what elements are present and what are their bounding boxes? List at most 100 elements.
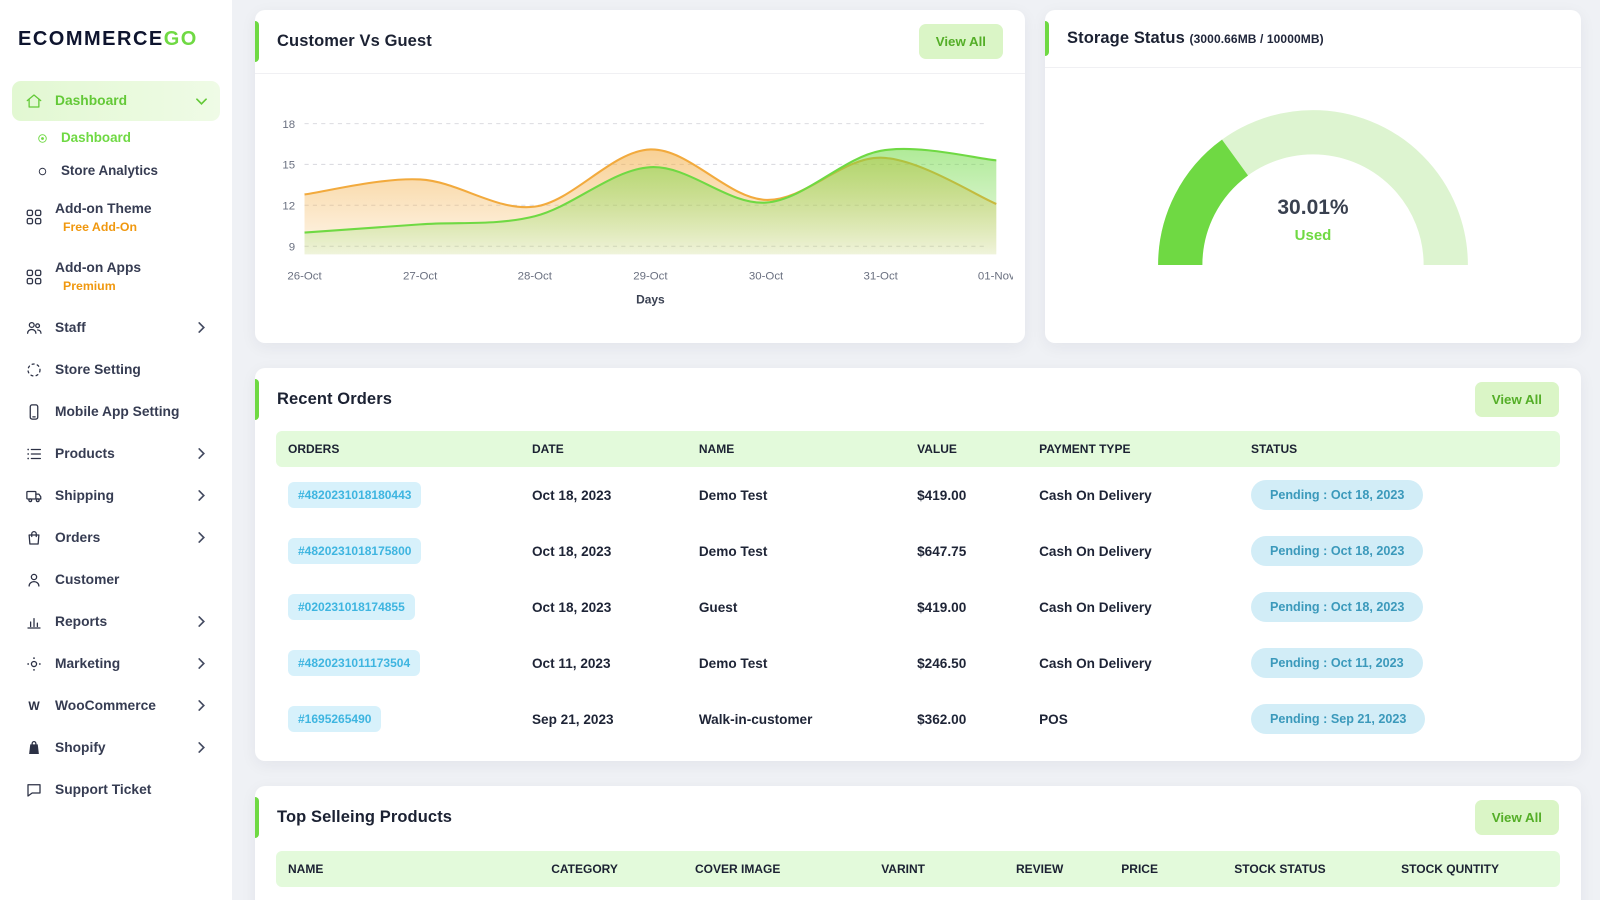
table-row[interactable]: #4820231018175800Oct 18, 2023Demo Test$6… <box>276 523 1560 579</box>
sidebar-item-badge: Free Add-On <box>55 220 152 235</box>
sidebar-item-label: Add-on Theme <box>55 200 152 217</box>
column-header: NAME <box>687 431 905 467</box>
sidebar-item-orders[interactable]: Orders <box>12 518 220 558</box>
order-date: Oct 11, 2023 <box>520 635 687 691</box>
customer-vs-guest-chart: 912151826-Oct27-Oct28-Oct29-Oct30-Oct31-… <box>255 74 1025 317</box>
svg-text:28-Oct: 28-Oct <box>518 270 553 282</box>
brand-logo[interactable]: ECOMMERCEGO <box>12 20 220 81</box>
storage-used-label: Used <box>1045 227 1581 244</box>
table-row[interactable]: #4820231018180443 Oct 18, 2023Demo Test$4… <box>276 467 1560 523</box>
svg-text:12: 12 <box>282 200 295 212</box>
chevron-right-icon <box>196 700 207 711</box>
storage-gauge: 30.01% Used <box>1045 68 1581 289</box>
order-value: $362.00 <box>905 691 1027 747</box>
order-customer-name: Walk-in-customer <box>687 691 905 747</box>
truck-icon <box>25 487 43 505</box>
column-header: STOCK QUNTITY <box>1389 851 1560 887</box>
column-header: STOCK STATUS <box>1222 851 1389 887</box>
sidebar-item-support-ticket[interactable]: Support Ticket <box>12 770 220 810</box>
spinner-icon <box>25 361 43 379</box>
sidebar-item-customer[interactable]: Customer <box>12 560 220 600</box>
sidebar-item-add-on-theme[interactable]: Add-on Theme Free Add-On <box>12 189 220 247</box>
order-customer-name: Guest <box>687 579 905 635</box>
sidebar-item-label: Reports <box>55 613 107 630</box>
order-customer-name: Demo Test <box>687 635 905 691</box>
table-row[interactable] <box>276 887 1560 900</box>
sidebar-item-label: Shipping <box>55 487 114 504</box>
chart-icon <box>25 613 43 631</box>
order-value: $647.75 <box>905 523 1027 579</box>
sidebar-item-label: Store Analytics <box>61 163 158 180</box>
table-row[interactable]: #1695265490Sep 21, 2023Walk-in-customer$… <box>276 691 1560 747</box>
chevron-right-icon <box>196 490 207 501</box>
sidebar-item-woocommerce[interactable]: WWooCommerce <box>12 686 220 726</box>
phone-icon <box>25 403 43 421</box>
order-payment-type: Cash On Delivery <box>1027 635 1239 691</box>
gauge-label: 30.01% Used <box>1045 196 1581 244</box>
top-selling-card: Top Selleing Products View All NAMECATEG… <box>255 786 1581 900</box>
status-badge: Pending : Oct 18, 2023 <box>1251 592 1423 622</box>
view-all-button[interactable]: View All <box>919 24 1003 59</box>
table-row[interactable]: #020231018174855Oct 18, 2023Guest$419.00… <box>276 579 1560 635</box>
sidebar-item-store-analytics[interactable]: Store Analytics <box>12 156 220 187</box>
svg-text:27-Oct: 27-Oct <box>403 270 438 282</box>
sidebar-item-dashboard[interactable]: Dashboard <box>12 81 220 121</box>
sidebar-item-label: Dashboard <box>55 92 127 109</box>
area-chart: 912151826-Oct27-Oct28-Oct29-Oct30-Oct31-… <box>267 96 1013 317</box>
order-id-badge[interactable]: #4820231018175800 <box>288 538 421 564</box>
table-row[interactable]: #4820231011173504Oct 11, 2023Demo Test$2… <box>276 635 1560 691</box>
card-title: Top Selleing Products <box>277 808 452 827</box>
sidebar-item-marketing[interactable]: Marketing <box>12 644 220 684</box>
sidebar-item-label: Store Setting <box>55 361 141 378</box>
sidebar-item-label: Dashboard <box>61 130 131 147</box>
order-customer-name: Demo Test <box>687 467 905 523</box>
svg-text:9: 9 <box>289 241 295 253</box>
main-content: Customer Vs Guest View All 912151826-Oct… <box>232 0 1600 900</box>
order-value: $419.00 <box>905 579 1027 635</box>
grid-icon <box>25 268 43 286</box>
sidebar-item-add-on-apps[interactable]: Add-on AppsPremium <box>12 248 220 306</box>
order-id-badge[interactable]: #4820231018180443 <box>288 482 421 508</box>
sidebar-item-badge: Premium <box>55 279 141 294</box>
shopify-icon <box>25 739 43 757</box>
order-id-badge[interactable]: #020231018174855 <box>288 594 415 620</box>
chevron-right-icon <box>196 322 207 333</box>
order-date: Oct 18, 2023 <box>520 467 687 523</box>
gauge-chart <box>1140 94 1486 289</box>
list-icon <box>25 445 43 463</box>
order-id-badge[interactable]: #1695265490 <box>288 706 381 732</box>
top-selling-table: NAMECATEGORYCOVER IMAGEVARINTREVIEWPRICE… <box>255 849 1581 900</box>
sidebar: ECOMMERCEGO Dashboard Dashboard Store Anal… <box>0 0 232 900</box>
product-name <box>276 887 539 900</box>
chevron-right-icon <box>196 658 207 669</box>
svg-text:29-Oct: 29-Oct <box>633 270 668 282</box>
svg-text:30-Oct: 30-Oct <box>749 270 784 282</box>
order-id-badge[interactable]: #4820231011173504 <box>288 650 420 676</box>
chevron-down-icon <box>196 96 207 107</box>
column-header: ORDERS <box>276 431 520 467</box>
order-payment-type: Cash On Delivery <box>1027 523 1239 579</box>
chevron-right-icon <box>196 532 207 543</box>
column-header: STATUS <box>1239 431 1560 467</box>
storage-percent: 30.01% <box>1045 196 1581 220</box>
sidebar-item-label: Orders <box>55 529 100 546</box>
target-icon <box>25 655 43 673</box>
sidebar-item-label: Products <box>55 445 115 462</box>
sidebar-item-shipping[interactable]: Shipping <box>12 476 220 516</box>
sidebar-item-staff[interactable]: Staff <box>12 308 220 348</box>
sidebar-item-store-setting[interactable]: Store Setting <box>12 350 220 390</box>
svg-text:15: 15 <box>282 160 295 172</box>
sidebar-item-shopify[interactable]: Shopify <box>12 728 220 768</box>
view-all-button[interactable]: View All <box>1475 800 1559 835</box>
sidebar-item-mobile-app-setting[interactable]: Mobile App Setting <box>12 392 220 432</box>
sidebar-item-reports[interactable]: Reports <box>12 602 220 642</box>
sidebar-item-dashboard[interactable]: Dashboard <box>12 123 220 154</box>
card-header: Customer Vs Guest View All <box>255 10 1025 74</box>
grid-icon <box>25 208 43 226</box>
order-value: $419.00 <box>905 467 1027 523</box>
sidebar-item-products[interactable]: Products <box>12 434 220 474</box>
status-badge: Pending : Oct 11, 2023 <box>1251 648 1423 678</box>
view-all-button[interactable]: View All <box>1475 382 1559 417</box>
status-badge: Pending : Sep 21, 2023 <box>1251 704 1425 734</box>
bullet-icon <box>36 132 49 145</box>
